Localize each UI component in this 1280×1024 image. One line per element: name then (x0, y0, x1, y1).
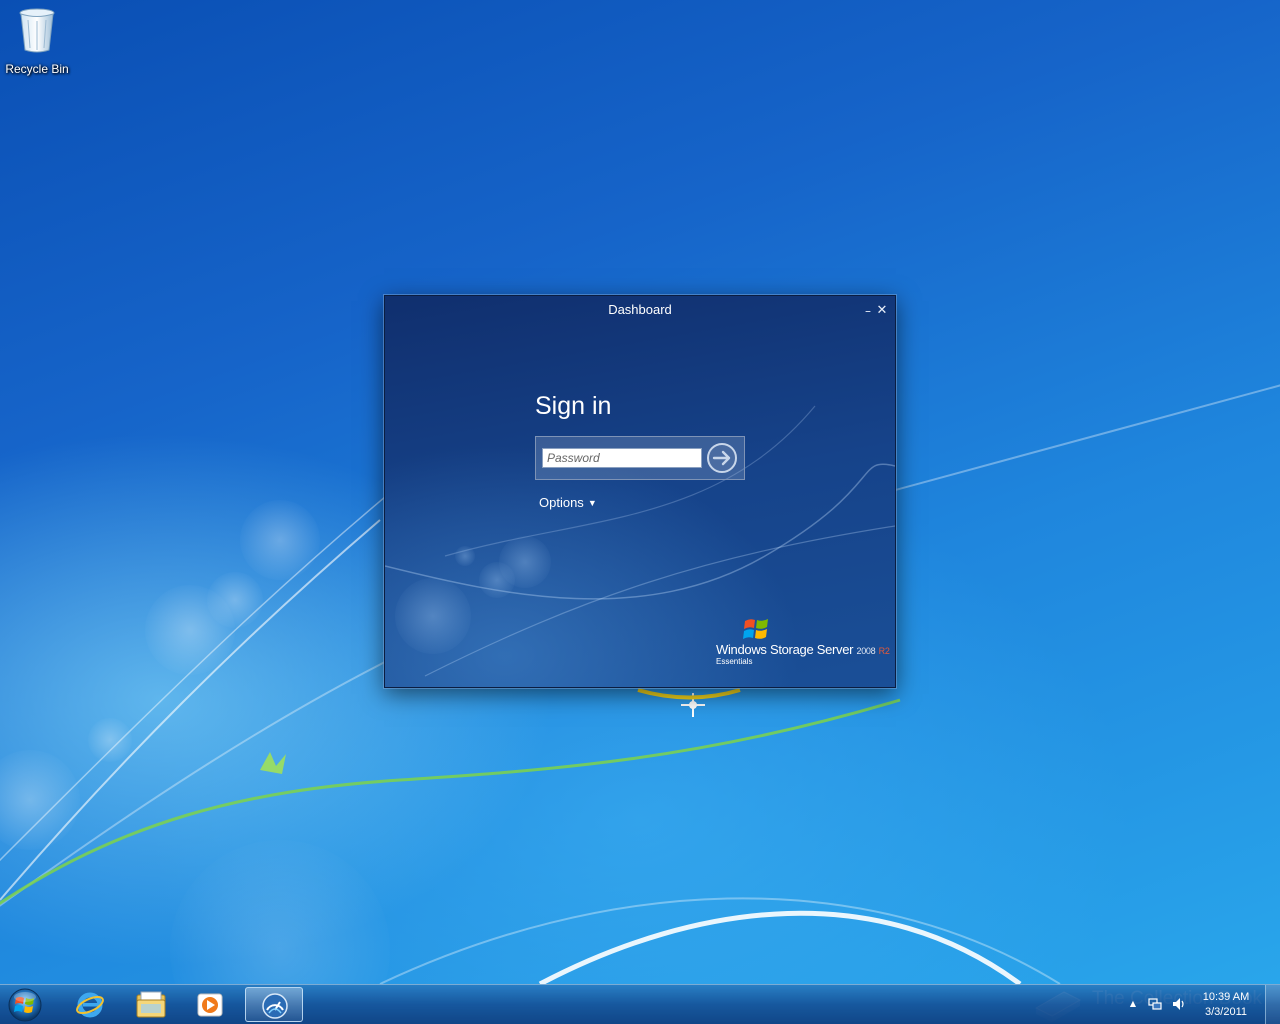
show-hidden-icons-button[interactable]: ▲ (1126, 997, 1140, 1011)
taskbar-dashboard[interactable] (245, 987, 303, 1022)
chevron-down-icon: ▼ (587, 498, 597, 508)
show-desktop-button[interactable] (1265, 985, 1280, 1024)
password-input[interactable] (542, 448, 702, 468)
taskbar-internet-explorer[interactable] (61, 987, 119, 1022)
clock-date: 3/3/2011 (1204, 1006, 1247, 1018)
folder-icon (136, 991, 166, 1018)
recycle-bin-label: Recycle Bin (5, 62, 69, 76)
product-version: 2008 (856, 646, 876, 656)
close-button[interactable]: ✕ (875, 304, 889, 318)
product-title: Windows Storage Server (716, 642, 854, 657)
dashboard-dialog: Dashboard – ✕ Sign in Options ▼ Windows S… (384, 295, 896, 688)
volume-icon[interactable] (1172, 997, 1186, 1011)
product-release: R2 (878, 646, 890, 656)
options-dropdown[interactable]: Options ▼ (539, 495, 597, 510)
password-panel (535, 436, 745, 480)
sign-in-heading: Sign in (535, 392, 612, 420)
clock-time: 10:39 AM (1202, 991, 1250, 1003)
dashboard-icon (262, 993, 288, 1019)
taskbar-windows-explorer[interactable] (121, 987, 179, 1022)
start-button[interactable] (3, 987, 47, 1023)
arrow-right-circle-icon[interactable] (706, 442, 738, 474)
minimize-button[interactable]: – (861, 304, 875, 318)
dialog-background-art (385, 405, 895, 677)
media-player-icon (197, 993, 223, 1017)
desktop: Recycle Bin Dashboard – ✕ Sign in Option… (0, 0, 1280, 1024)
recycle-bin-shortcut[interactable]: Recycle Bin (2, 6, 72, 76)
options-label: Options (539, 495, 584, 510)
network-icon[interactable] (1148, 997, 1162, 1011)
product-edition: Essentials (716, 657, 753, 666)
windows-orb-icon (8, 988, 42, 1022)
taskbar: ▲ 10:39 AM 3/3/2011 (0, 984, 1280, 1024)
recycle-bin-icon (19, 8, 55, 53)
dialog-title: Dashboard (608, 302, 672, 317)
product-name: Windows Storage Server 2008 R2 (716, 642, 890, 657)
windows-flag-icon (743, 619, 768, 639)
clock[interactable]: 10:39 AM 3/3/2011 (1196, 990, 1256, 1020)
taskbar-media-player[interactable] (181, 987, 239, 1022)
internet-explorer-icon (76, 992, 104, 1018)
